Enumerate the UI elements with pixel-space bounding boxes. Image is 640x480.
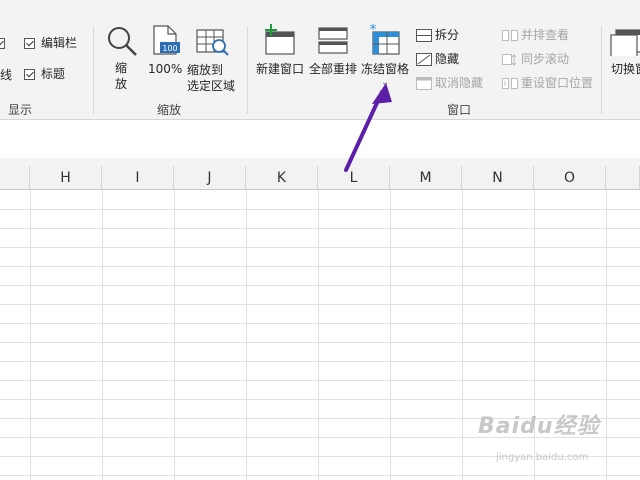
watermark-logo: Baidu经验 xyxy=(478,414,600,439)
watermark-url: jingyan.baidu.com xyxy=(496,452,589,463)
